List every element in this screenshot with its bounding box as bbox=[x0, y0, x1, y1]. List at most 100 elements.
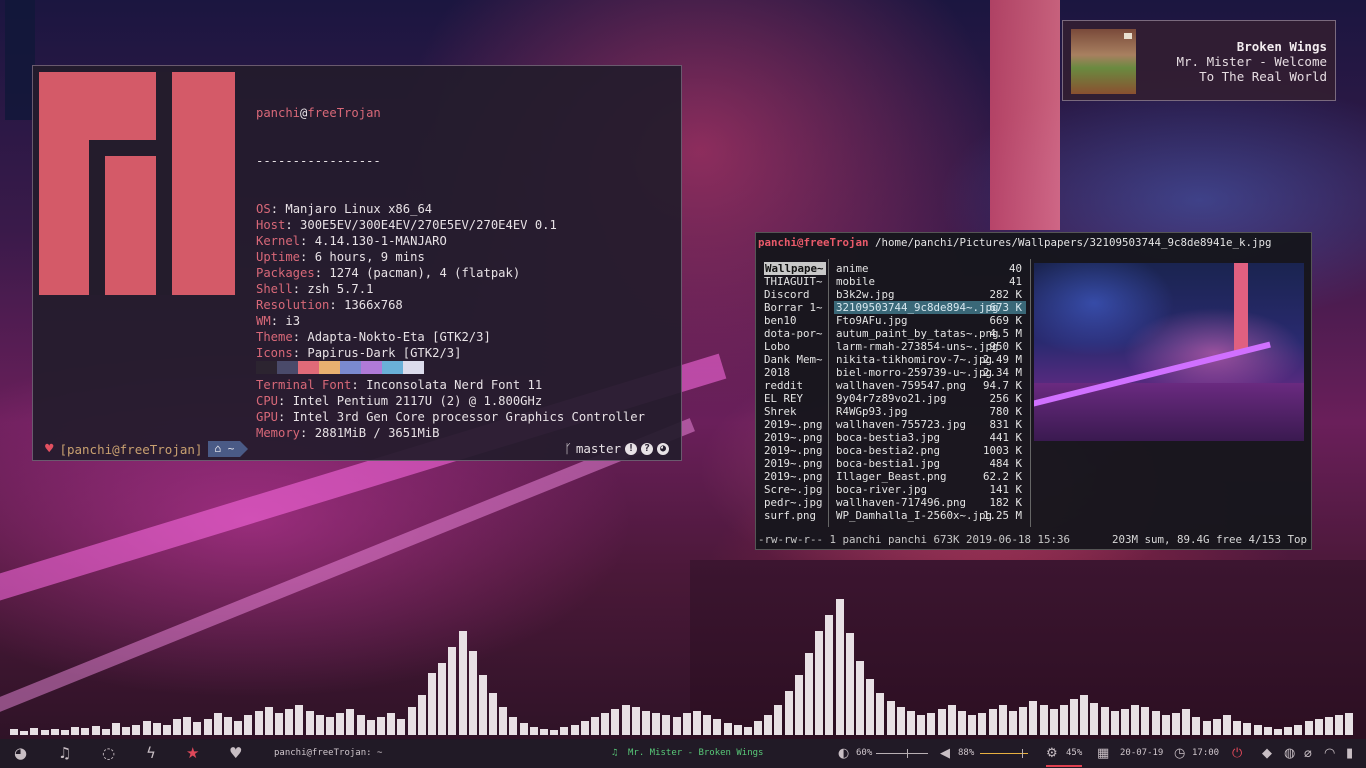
visualizer-bar bbox=[947, 705, 956, 735]
wallpaper-pillar bbox=[990, 0, 1060, 230]
visualizer-bar bbox=[886, 701, 895, 735]
parent-dir-item[interactable]: Scre~.jpg bbox=[764, 483, 826, 496]
visualizer-bar bbox=[621, 705, 630, 735]
prompt-dir-segment: ⌂ ~ bbox=[208, 441, 241, 457]
file-item[interactable]: larm-rmah-273854-uns~.jpg 950 K bbox=[834, 340, 1026, 353]
visualizer-bar bbox=[1059, 705, 1068, 735]
parent-dir-item[interactable]: Lobo bbox=[764, 340, 826, 353]
parent-dir-item[interactable]: Borrar 1~ bbox=[764, 301, 826, 314]
visualizer-bar bbox=[601, 713, 610, 735]
visualizer-bar bbox=[927, 713, 936, 735]
file-item[interactable]: boca-river.jpg 141 K bbox=[834, 483, 1026, 496]
parent-dir-item[interactable]: Dank Mem~ bbox=[764, 353, 826, 366]
song-album: To The Real World bbox=[1199, 69, 1327, 84]
file-item[interactable]: wallhaven-755723.jpg 831 K bbox=[834, 418, 1026, 431]
visualizer-bar bbox=[152, 723, 161, 735]
parent-dir-item[interactable]: Wallpape~ bbox=[764, 262, 826, 275]
visualizer-bar bbox=[764, 715, 773, 735]
terminal-window-neofetch[interactable]: panchi@freeTrojan ----------------- OS: … bbox=[32, 65, 682, 461]
visualizer-bar bbox=[366, 720, 375, 735]
file-item[interactable]: boca-bestia3.jpg 441 K bbox=[834, 431, 1026, 444]
heart-icon[interactable]: ♥ bbox=[229, 744, 242, 762]
file-item[interactable]: Fto9AFu.jpg 669 K bbox=[834, 314, 1026, 327]
visualizer-bar bbox=[142, 721, 151, 735]
file-name: wallhaven-759547.png bbox=[836, 379, 967, 392]
info-key: Theme bbox=[256, 330, 293, 344]
file-item[interactable]: autum_paint_by_tatas~.png 4.5 M bbox=[834, 327, 1026, 340]
discord-icon[interactable]: ◍ bbox=[1284, 746, 1295, 761]
visualizer-bar bbox=[132, 725, 141, 735]
file-item[interactable]: R4WGp93.jpg 780 K bbox=[834, 405, 1026, 418]
file-size: 182 K bbox=[989, 496, 1022, 509]
parent-dir-item[interactable]: reddit bbox=[764, 379, 826, 392]
visualizer-bar bbox=[1182, 709, 1191, 735]
ranger-path: /home/panchi/Pictures/Wallpapers/3210950… bbox=[868, 236, 1272, 249]
file-item[interactable]: biel-morro-259739-u~.jpg 2.34 M bbox=[834, 366, 1026, 379]
parent-dir-item[interactable]: Shrek bbox=[764, 405, 826, 418]
chat-icon[interactable]: ◌ bbox=[102, 744, 115, 762]
visualizer-bar bbox=[743, 727, 752, 735]
battery-icon[interactable]: ▮ bbox=[1346, 746, 1353, 761]
file-item[interactable]: 32109503744_9c8de894~.jpg 673 K bbox=[834, 301, 1026, 314]
music-icon[interactable]: ♫ bbox=[58, 744, 71, 762]
parent-dir-item[interactable]: surf.png bbox=[764, 509, 826, 522]
parent-dir-item[interactable]: EL REY bbox=[764, 392, 826, 405]
file-size: 2.49 M bbox=[982, 353, 1022, 366]
file-item[interactable]: 9y04r7z89vo21.jpg 256 K bbox=[834, 392, 1026, 405]
file-size: 282 K bbox=[989, 288, 1022, 301]
file-item[interactable]: mobile 41 bbox=[834, 275, 1026, 288]
file-item[interactable]: WP_Damhalla_I-2560x~.jpg 1.25 M bbox=[834, 509, 1026, 522]
visualizer-bar bbox=[591, 717, 600, 735]
visualizer-bar bbox=[173, 719, 182, 735]
parent-dir-item[interactable]: pedr~.jpg bbox=[764, 496, 826, 509]
visualizer-bar bbox=[295, 705, 304, 735]
visualizer-bar bbox=[672, 717, 681, 735]
file-item[interactable]: boca-bestia1.jpg 484 K bbox=[834, 457, 1026, 470]
star-icon[interactable]: ★ bbox=[186, 744, 199, 762]
parent-dir-item[interactable]: ben10 bbox=[764, 314, 826, 327]
info-value: 6 hours, 9 mins bbox=[314, 250, 425, 264]
file-name: biel-morro-259739-u~.jpg bbox=[836, 366, 993, 379]
file-item[interactable]: wallhaven-759547.png 94.7 K bbox=[834, 379, 1026, 392]
lightning-icon[interactable]: ϟ bbox=[146, 744, 156, 762]
visualizer-bar bbox=[1314, 719, 1323, 735]
visualizer-bar bbox=[254, 711, 263, 735]
ranger-file-manager[interactable]: panchi@freeTrojan /home/panchi/Pictures/… bbox=[755, 232, 1312, 550]
file-item[interactable]: Illager_Beast.png 62.2 K bbox=[834, 470, 1026, 483]
color-swatch bbox=[382, 361, 403, 374]
file-item[interactable]: wallhaven-717496.png 182 K bbox=[834, 496, 1026, 509]
parent-dir-item[interactable]: 2019~.png bbox=[764, 431, 826, 444]
parent-dir-item[interactable]: 2019~.png bbox=[764, 418, 826, 431]
visualizer-bar bbox=[1243, 723, 1252, 735]
attachment-icon[interactable]: ⌀ bbox=[1304, 746, 1312, 761]
visualizer-bar bbox=[60, 730, 69, 735]
visualizer-bar bbox=[580, 721, 589, 735]
parent-dir-item[interactable]: dota-por~ bbox=[764, 327, 826, 340]
visualizer-bar bbox=[20, 731, 29, 735]
info-value: 2881MiB / 3651MiB bbox=[314, 426, 440, 440]
visualizer-bar bbox=[264, 707, 273, 735]
parent-dir-item[interactable]: 2019~.png bbox=[764, 470, 826, 483]
parent-dir-item[interactable]: 2018 bbox=[764, 366, 826, 379]
power-icon[interactable]: ⏻ bbox=[1232, 746, 1242, 761]
parent-dir-item[interactable]: Discord bbox=[764, 288, 826, 301]
git-branch: master bbox=[575, 441, 621, 456]
manjaro-menu-icon[interactable]: ◕ bbox=[14, 744, 27, 762]
file-item[interactable]: anime 40 bbox=[834, 262, 1026, 275]
volume-slider[interactable] bbox=[980, 749, 1028, 758]
parent-dir-item[interactable]: 2019~.png bbox=[764, 444, 826, 457]
file-item[interactable]: b3k2w.jpg 282 K bbox=[834, 288, 1026, 301]
visualizer-bar bbox=[998, 705, 1007, 735]
brightness-slider[interactable] bbox=[876, 749, 928, 758]
info-row: Icons: Papirus-Dark [GTK2/3] bbox=[256, 346, 462, 360]
file-item[interactable]: boca-bestia2.png 1003 K bbox=[834, 444, 1026, 457]
file-item[interactable]: nikita-tikhomirov-7~.jpg 2.49 M bbox=[834, 353, 1026, 366]
dropbox-icon[interactable]: ◆ bbox=[1262, 746, 1272, 761]
parent-dir-item[interactable]: 2019~.png bbox=[764, 457, 826, 470]
parent-dir-item[interactable]: THIAGUIT~ bbox=[764, 275, 826, 288]
preview-pillar bbox=[1234, 263, 1248, 353]
now-playing-widget[interactable]: Broken Wings Mr. Mister - Welcome To The… bbox=[1062, 20, 1336, 101]
wifi-icon[interactable]: ◠ bbox=[1324, 746, 1335, 761]
visualizer-bar bbox=[50, 729, 59, 735]
current-song[interactable]: Mr. Mister - Broken Wings bbox=[628, 748, 763, 758]
